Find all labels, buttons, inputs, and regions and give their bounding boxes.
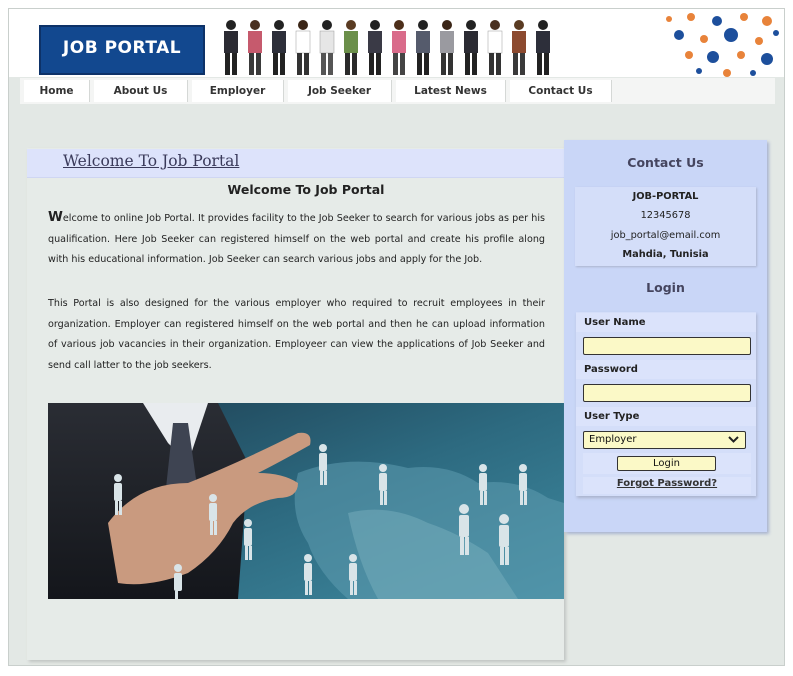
nav-contact-us[interactable]: Contact Us [510,80,612,102]
user-type-selected: Employer [589,434,637,445]
intro-paragraph: Welcome to online Job Portal. It provide… [48,207,545,271]
employer-paragraph: This Portal is also designed for the var… [48,298,545,371]
contact-location: Mahdia, Tunisia [622,249,709,260]
login-heading: Login [646,280,685,295]
drop-cap: W [48,209,63,225]
intro-paragraph-text: elcome to online Job Portal. It provides… [48,213,545,265]
contact-heading: Contact Us [627,155,704,170]
main-nav: Home About Us Employer Job Seeker Latest… [20,78,775,104]
contact-phone: 12345678 [640,210,691,221]
user-type-select[interactable]: Employer [583,431,746,449]
username-input[interactable] [583,337,751,355]
login-button[interactable]: Login [617,456,716,471]
site-logo[interactable]: JOB PORTAL [39,25,205,75]
password-label: Password [576,360,756,379]
hero-image [48,403,564,599]
user-type-label: User Type [576,407,756,426]
logo-text: JOB PORTAL [62,38,182,58]
nav-job-seeker[interactable]: Job Seeker [288,80,392,102]
chevron-down-icon [728,436,739,443]
header-people-banner [224,20,550,75]
nav-latest-news[interactable]: Latest News [396,80,506,102]
username-label: User Name [576,313,756,332]
content-title: Welcome To Job Portal [227,182,385,197]
nav-about-us[interactable]: About Us [94,80,188,102]
contact-name: JOB-PORTAL [632,191,699,202]
hero-business-network-image [48,403,564,599]
welcome-link[interactable]: Welcome To Job Portal [63,152,239,170]
welcome-bar: Welcome To Job Portal [27,149,564,178]
password-input[interactable] [583,384,751,402]
nav-employer[interactable]: Employer [192,80,284,102]
nav-home[interactable]: Home [24,80,90,102]
header-dots-decoration [666,13,779,77]
forgot-password-link[interactable]: Forgot Password? [583,478,751,489]
site-header: JOB PORTAL [9,9,784,77]
contact-email: job_portal@email.com [610,230,721,241]
